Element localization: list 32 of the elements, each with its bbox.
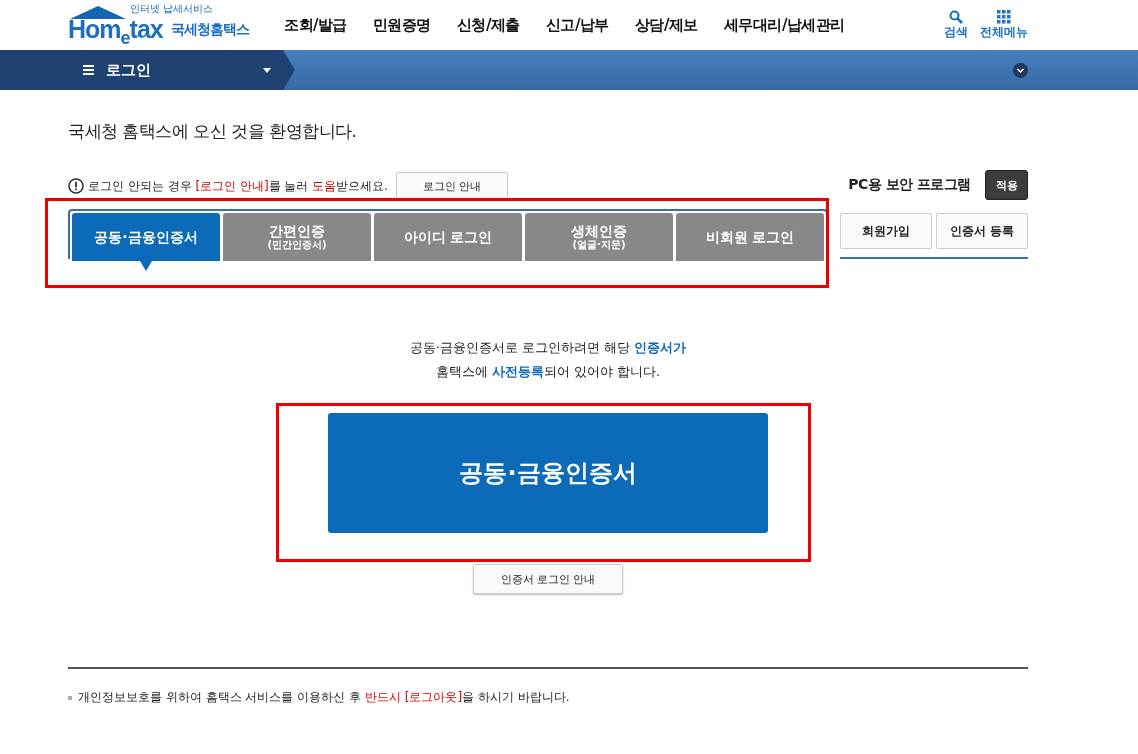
search-icon bbox=[949, 9, 963, 24]
welcome-heading: 국세청 홈택스에 오신 것을 환영합니다. bbox=[68, 120, 358, 142]
side-button[interactable]: 회원가입 bbox=[840, 213, 932, 249]
login-tab[interactable]: 비회원 로그인 bbox=[676, 213, 824, 261]
search-button[interactable]: 검색 bbox=[944, 9, 968, 41]
nav-menu-item[interactable]: 세무대리/납세관리 bbox=[710, 15, 858, 35]
login-tab[interactable]: 아이디 로그인 bbox=[374, 213, 522, 261]
menu-icon bbox=[83, 65, 94, 75]
nav-menu-item[interactable]: 민원증명 bbox=[360, 15, 444, 35]
logout-notice: 개인정보보호를 위하여 홈택스 서비스를 이용하신 후 반드시 [로그아웃]을 하시기 바랍니다. bbox=[78, 689, 570, 706]
apply-button[interactable]: 적용 bbox=[985, 170, 1028, 200]
login-guide-button[interactable]: 로그인 안내 bbox=[396, 172, 509, 200]
hometax-logo[interactable]: 인터넷 납세서비스 Hom$_{e}$tax 국세청홈택스 bbox=[68, 3, 253, 47]
side-button[interactable]: 인증서 등록 bbox=[936, 213, 1028, 249]
full-menu-button[interactable]: 전체메뉴 bbox=[980, 9, 1028, 41]
exclamation-icon bbox=[68, 178, 84, 194]
nav-menu-item[interactable]: 신고/납부 bbox=[532, 15, 622, 35]
instruction-text: 홈택스에 사전등록되어 있어야 합니다. bbox=[434, 363, 662, 381]
instruction-text: 공동·금융인증서로 로그인하려면 해당 인증서가 bbox=[408, 339, 688, 357]
caret-icon bbox=[263, 67, 271, 73]
nav-menu-item[interactable]: 조회/발급 bbox=[271, 15, 360, 35]
login-tab[interactable]: 생체인증 (얼굴·지문) bbox=[525, 213, 673, 261]
login-tab[interactable]: 간편인증 (민간인증서) bbox=[223, 213, 371, 261]
certificate-login-button[interactable]: 공동·금융인증서 bbox=[328, 413, 768, 533]
nav-menu-item[interactable]: 신청/제출 bbox=[444, 15, 533, 35]
grid-icon bbox=[997, 9, 1011, 24]
tab-pointer bbox=[140, 261, 152, 271]
login-help-notice: 로그인 안되는 경우 [로그인 안내]를 눌러 도움받으세요. bbox=[88, 177, 389, 195]
nav-menu-item[interactable]: 상담/제보 bbox=[621, 15, 711, 35]
expand-icon[interactable] bbox=[1013, 62, 1028, 78]
certificate-guide-button[interactable]: 인증서 로그인 안내 bbox=[473, 564, 623, 594]
security-program-label: PC용 보안 프로그램 bbox=[848, 176, 971, 194]
